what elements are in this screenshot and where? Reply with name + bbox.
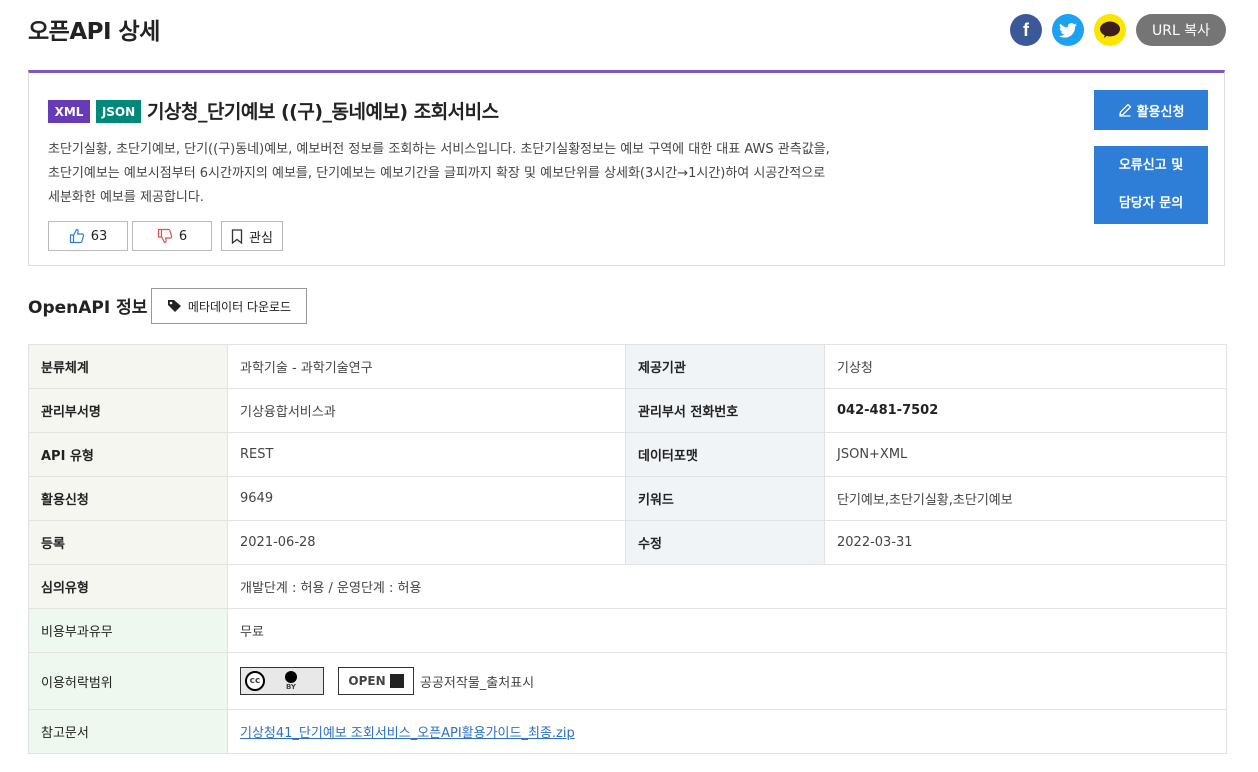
metadata-download-label: 메타데이터 다운로드	[187, 299, 292, 314]
report-label-line1: 오류신고 및	[1118, 158, 1184, 173]
dislike-count: 6	[178, 228, 188, 244]
person-icon	[285, 670, 297, 683]
report-contact-button[interactable]: 오류신고 및 담당자 문의	[1094, 146, 1208, 224]
row-label: 이용허락범위	[28, 652, 228, 710]
thumbs-up-icon	[69, 228, 84, 244]
row-value: 2022-03-31	[824, 520, 1227, 565]
description-line: 초단기예보는 예보시점부터 6시간까지의 예보를, 단기예보는 예보기간을 글피…	[48, 166, 826, 181]
report-label-line2: 담당자 문의	[1118, 196, 1184, 211]
apply-label: 활용신청	[1136, 104, 1185, 120]
row-label: 수정	[625, 520, 825, 565]
share-bar: f URL 복사	[1010, 14, 1226, 46]
api-description: 초단기실황, 초단기예보, 단기((구)동네)예보, 예보버전 정보를 조회하는…	[48, 138, 968, 210]
api-summary-card: XML JSON 기상청_단기예보 ((구)_동네예보) 조회서비스 초단기실황…	[28, 70, 1225, 266]
dislike-button[interactable]: 6	[132, 221, 212, 251]
pencil-icon	[1118, 103, 1131, 117]
by-text: BY	[285, 682, 297, 691]
row-label: 등록	[28, 520, 228, 565]
page-title: 오픈API 상세	[28, 19, 160, 45]
metadata-download-button[interactable]: 메타데이터 다운로드	[151, 288, 307, 324]
row-label: API 유형	[28, 432, 228, 477]
row-value: 단기예보,초단기실황,초단기예보	[824, 476, 1227, 521]
open-license-icon: OPEN	[338, 667, 414, 695]
table-row: 비용부과유무 무료	[28, 608, 1227, 653]
cc-by-license-icon[interactable]: cc BY	[240, 667, 324, 695]
like-count: 63	[90, 228, 108, 244]
kakaotalk-icon	[1100, 21, 1120, 38]
table-row: 등록 2021-06-28 수정 2022-03-31	[28, 520, 1227, 565]
by-badge: BY	[285, 670, 297, 692]
api-title: 기상청_단기예보 ((구)_동네예보) 조회서비스	[147, 101, 499, 123]
row-label: 활용신청	[28, 476, 228, 521]
row-value: 무료	[227, 608, 1227, 653]
row-value: 기상융합서비스과	[227, 388, 626, 433]
twitter-share-button[interactable]	[1052, 14, 1084, 46]
table-row: API 유형 REST 데이터포맷 JSON+XML	[28, 432, 1227, 477]
table-row: 관리부서명 기상융합서비스과 관리부서 전화번호 042-481-7502	[28, 388, 1227, 433]
open-mark-icon	[389, 674, 404, 688]
row-value: 개발단계 : 허용 / 운영단계 : 허용	[227, 564, 1227, 609]
row-label: 참고문서	[28, 709, 228, 754]
facebook-icon: f	[1023, 19, 1029, 40]
favorite-button[interactable]: 관심	[221, 221, 283, 251]
cc-badge: cc	[245, 671, 265, 691]
apply-button[interactable]: 활용신청	[1094, 90, 1208, 130]
twitter-icon	[1059, 22, 1077, 38]
table-row: 심의유형 개발단계 : 허용 / 운영단계 : 허용	[28, 564, 1227, 609]
row-value: REST	[227, 432, 626, 477]
row-value: 2021-06-28	[227, 520, 626, 565]
table-row: 분류체계 과학기술 - 과학기술연구 제공기관 기상청	[28, 344, 1227, 389]
bookmark-icon	[231, 228, 243, 244]
row-label: 관리부서명	[28, 388, 228, 433]
table-row: 활용신청 9649 키워드 단기예보,초단기실황,초단기예보	[28, 476, 1227, 521]
row-value: 9649	[227, 476, 626, 521]
kakaotalk-share-button[interactable]	[1094, 14, 1126, 46]
row-label: 키워드	[625, 476, 825, 521]
tag-icon	[167, 300, 181, 312]
row-label: 비용부과유무	[28, 608, 228, 653]
xml-badge: XML	[48, 100, 90, 123]
description-line: 세분화한 예보를 제공합니다.	[48, 190, 204, 205]
table-row: 이용허락범위 cc BY OPEN 공공저작물_출처표시	[28, 652, 1227, 710]
phone-value: 042-481-7502	[824, 388, 1227, 433]
row-label: 데이터포맷	[625, 432, 825, 477]
row-value: 과학기술 - 과학기술연구	[227, 344, 626, 389]
row-value: 기상청	[824, 344, 1227, 389]
table-row: 참고문서 기상청41_단기예보 조회서비스_오픈API활용가이드_최종.zip	[28, 709, 1227, 754]
thumbs-down-icon	[157, 228, 173, 244]
description-line: 초단기실황, 초단기예보, 단기((구)동네)예보, 예보버전 정보를 조회하는…	[48, 142, 830, 157]
facebook-share-button[interactable]: f	[1010, 14, 1042, 46]
license-cell: cc BY OPEN 공공저작물_출처표시	[227, 652, 1227, 710]
row-label: 관리부서 전화번호	[625, 388, 825, 433]
like-button[interactable]: 63	[48, 221, 128, 251]
reference-document-link[interactable]: 기상청41_단기예보 조회서비스_오픈API활용가이드_최종.zip	[240, 726, 575, 741]
openapi-info-table: 분류체계 과학기술 - 과학기술연구 제공기관 기상청 관리부서명 기상융합서비…	[28, 344, 1227, 754]
row-label: 분류체계	[28, 344, 228, 389]
json-badge: JSON	[96, 100, 141, 123]
ref-cell: 기상청41_단기예보 조회서비스_오픈API활용가이드_최종.zip	[227, 709, 1227, 754]
row-label: 제공기관	[625, 344, 825, 389]
open-text: OPEN	[348, 674, 386, 688]
row-value: JSON+XML	[824, 432, 1227, 477]
section-title: OpenAPI 정보	[28, 298, 148, 318]
row-label: 심의유형	[28, 564, 228, 609]
license-text: 공공저작물_출처표시	[420, 675, 535, 691]
favorite-label: 관심	[249, 230, 273, 246]
url-copy-button[interactable]: URL 복사	[1136, 14, 1226, 46]
